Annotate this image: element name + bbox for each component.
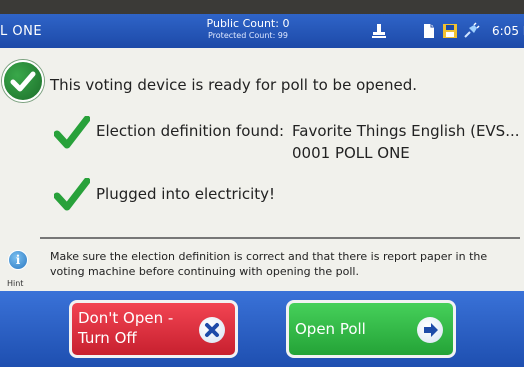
clock: 6:05 P bbox=[492, 24, 524, 38]
arrow-right-icon bbox=[417, 317, 443, 343]
save-icon bbox=[443, 24, 457, 38]
dont-open-label: Don't Open - Turn Off bbox=[78, 309, 174, 347]
divider bbox=[40, 237, 520, 239]
printer-icon bbox=[372, 24, 386, 38]
status-panel: This voting device is ready for poll to … bbox=[0, 48, 524, 291]
hint-label: Hint bbox=[7, 279, 24, 288]
hint-text: Make sure the election definition is cor… bbox=[50, 250, 488, 278]
top-status-bar: L ONE Public Count: 0 Protected Count: 9… bbox=[0, 14, 524, 48]
device-bezel bbox=[0, 0, 524, 14]
public-count: Public Count: 0 bbox=[206, 17, 290, 30]
ready-message: This voting device is ready for poll to … bbox=[50, 76, 418, 94]
open-poll-button[interactable]: Open Poll bbox=[286, 300, 456, 358]
open-poll-label: Open Poll bbox=[295, 320, 366, 338]
precinct-name: L ONE bbox=[0, 24, 43, 39]
dont-open-turn-off-button[interactable]: Don't Open - Turn Off bbox=[69, 300, 238, 358]
election-poll: 0001 POLL ONE bbox=[292, 144, 410, 162]
election-definition-label: Election definition found: bbox=[96, 122, 285, 140]
election-check-icon bbox=[54, 116, 90, 149]
action-bar: Don't Open - Turn Off Open Poll bbox=[0, 291, 524, 367]
power-check-icon bbox=[54, 178, 90, 211]
ready-check-icon bbox=[2, 60, 44, 102]
info-icon: i bbox=[8, 250, 28, 270]
election-name: Favorite Things English (EVS... bbox=[292, 122, 520, 140]
close-icon bbox=[199, 317, 225, 343]
ballot-counts: Public Count: 0 Protected Count: 99 bbox=[160, 17, 336, 41]
document-icon bbox=[424, 24, 434, 38]
protected-count: Protected Count: 99 bbox=[207, 31, 288, 40]
power-status-label: Plugged into electricity! bbox=[96, 185, 276, 203]
power-plug-icon bbox=[464, 22, 480, 38]
